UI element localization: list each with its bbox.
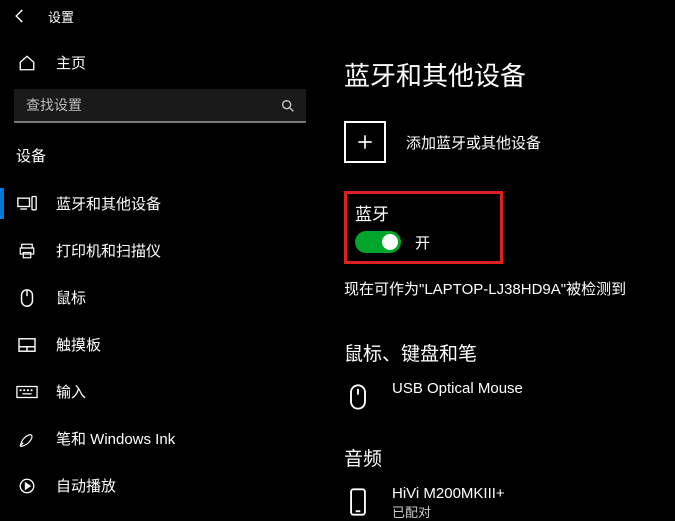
sidebar-item-pen[interactable]: 笔和 Windows Ink	[0, 415, 320, 462]
device-row[interactable]: USB Optical Mouse	[344, 380, 663, 414]
back-button[interactable]	[8, 4, 32, 28]
toggle-knob	[382, 234, 398, 250]
sidebar-item-label: 鼠标	[56, 287, 86, 308]
sidebar: 主页 设备 蓝牙和其他设备 打印机和扫描仪 鼠标	[0, 32, 320, 521]
printer-icon	[16, 242, 38, 260]
device-name: HiVi M200MKIII+	[392, 485, 505, 502]
mouse-icon	[16, 288, 38, 308]
bluetooth-heading: 蓝牙	[355, 200, 430, 225]
add-device-label: 添加蓝牙或其他设备	[406, 132, 541, 153]
sidebar-item-label: 自动播放	[56, 475, 116, 496]
device-name: USB Optical Mouse	[392, 380, 523, 397]
device-row[interactable]: HiVi M200MKIII+ 已配对	[344, 485, 663, 521]
sidebar-item-label: 打印机和扫描仪	[56, 240, 161, 261]
arrow-left-icon	[11, 7, 29, 25]
plus-icon	[344, 121, 386, 163]
keyboard-icon	[16, 385, 38, 399]
sidebar-item-printers[interactable]: 打印机和扫描仪	[0, 227, 320, 274]
sidebar-item-label: 笔和 Windows Ink	[56, 428, 175, 449]
page-title: 蓝牙和其他设备	[344, 56, 663, 93]
pen-icon	[16, 430, 38, 448]
sidebar-item-bluetooth[interactable]: 蓝牙和其他设备	[0, 180, 320, 227]
sidebar-section-header: 设备	[0, 139, 320, 180]
sidebar-item-typing[interactable]: 输入	[0, 368, 320, 415]
sidebar-home[interactable]: 主页	[0, 40, 320, 85]
touchpad-icon	[16, 337, 38, 353]
device-status: 已配对	[392, 502, 505, 521]
devices-icon	[16, 195, 38, 213]
content: 蓝牙和其他设备 添加蓝牙或其他设备 蓝牙 开 现在可作为"LAPTOP-LJ38…	[320, 32, 675, 521]
search-input[interactable]	[14, 89, 306, 123]
home-icon	[16, 54, 38, 72]
autoplay-icon	[16, 477, 38, 495]
category-heading: 音频	[344, 444, 663, 471]
category-heading: 鼠标、键盘和笔	[344, 339, 663, 366]
sidebar-item-mouse[interactable]: 鼠标	[0, 274, 320, 321]
sidebar-item-label: 蓝牙和其他设备	[56, 193, 161, 214]
mouse-device-icon	[344, 380, 372, 414]
phone-device-icon	[344, 485, 372, 519]
bluetooth-toggle[interactable]	[355, 231, 401, 253]
sidebar-item-autoplay[interactable]: 自动播放	[0, 462, 320, 509]
sidebar-home-label: 主页	[56, 52, 86, 73]
discoverable-text: 现在可作为"LAPTOP-LJ38HD9A"被检测到	[344, 278, 663, 299]
sidebar-item-touchpad[interactable]: 触摸板	[0, 321, 320, 368]
add-device-button[interactable]: 添加蓝牙或其他设备	[344, 121, 663, 163]
bluetooth-toggle-label: 开	[415, 232, 430, 253]
sidebar-item-label: 输入	[56, 381, 86, 402]
app-title: 设置	[48, 7, 74, 26]
bluetooth-highlight: 蓝牙 开	[344, 191, 503, 264]
sidebar-item-label: 触摸板	[56, 334, 101, 355]
